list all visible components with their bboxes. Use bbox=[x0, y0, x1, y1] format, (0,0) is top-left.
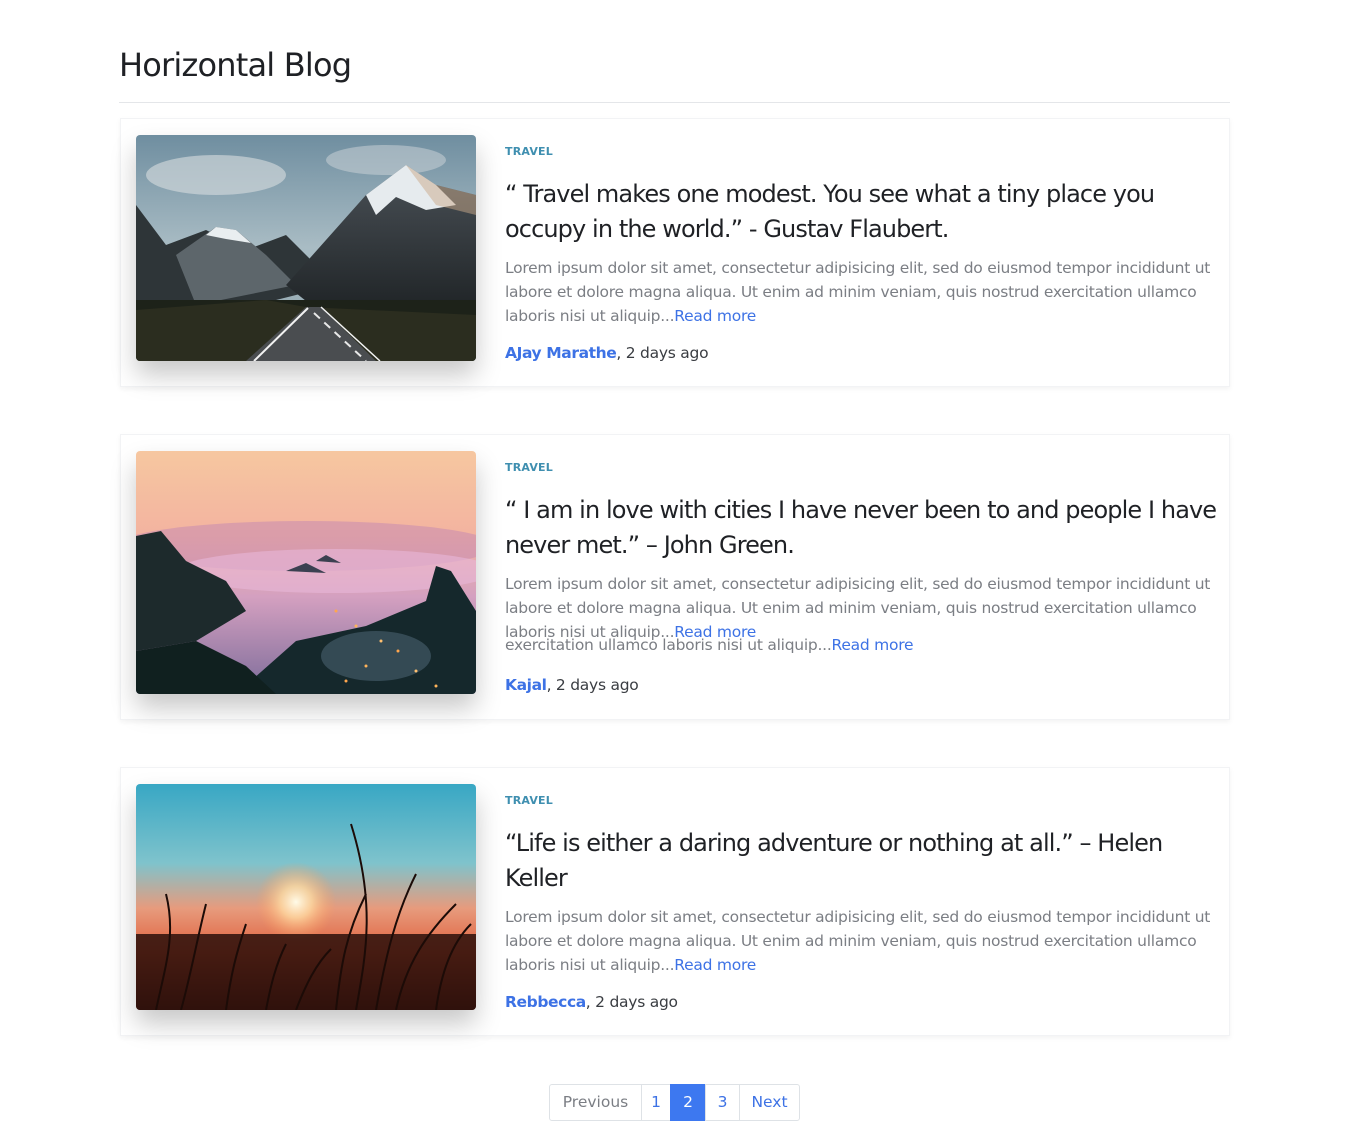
excerpt-overflow-text: exercitation ullamco laboris nisi ut ali… bbox=[505, 637, 832, 653]
page-2-button[interactable]: 2 bbox=[670, 1084, 706, 1121]
author-link[interactable]: Kajal bbox=[505, 676, 547, 694]
read-more-link[interactable]: Read more bbox=[674, 307, 756, 325]
post-category[interactable]: TRAVEL bbox=[505, 794, 1220, 808]
title-divider bbox=[119, 102, 1230, 103]
excerpt-text: Lorem ipsum dolor sit amet, consectetur … bbox=[505, 908, 1211, 974]
excerpt-overflow-line: exercitation ullamco laboris nisi ut ali… bbox=[505, 637, 1220, 653]
page-title: Horizontal Blog bbox=[119, 46, 352, 84]
post-excerpt: Lorem ipsum dolor sit amet, consectetur … bbox=[505, 905, 1220, 977]
pagination: Previous 1 2 3 Next bbox=[549, 1084, 800, 1121]
post-body: TRAVEL “ I am in love with cities I have… bbox=[505, 461, 1220, 694]
author-link[interactable]: AJay Marathe bbox=[505, 344, 617, 362]
page-3-button[interactable]: 3 bbox=[705, 1084, 740, 1121]
post-time: , 2 days ago bbox=[616, 344, 709, 362]
post-category[interactable]: TRAVEL bbox=[505, 145, 1220, 159]
read-more-link-overflow[interactable]: Read more bbox=[832, 637, 914, 653]
previous-page-button[interactable]: Previous bbox=[549, 1084, 642, 1121]
post-headline[interactable]: “Life is either a daring adventure or no… bbox=[505, 826, 1220, 896]
post-excerpt: Lorem ipsum dolor sit amet, consectetur … bbox=[505, 256, 1220, 328]
post-body: TRAVEL “ Travel makes one modest. You se… bbox=[505, 145, 1220, 362]
blog-card: TRAVEL “ I am in love with cities I have… bbox=[120, 434, 1230, 720]
post-meta: Kajal, 2 days ago bbox=[505, 676, 1220, 694]
post-time: , 2 days ago bbox=[546, 676, 639, 694]
blog-card: TRAVEL “ Travel makes one modest. You se… bbox=[120, 118, 1230, 387]
post-image[interactable] bbox=[136, 784, 476, 1010]
author-link[interactable]: Rebbecca bbox=[505, 993, 586, 1011]
read-more-link[interactable]: Read more bbox=[674, 956, 756, 974]
post-image[interactable] bbox=[136, 451, 476, 694]
post-image[interactable] bbox=[136, 135, 476, 361]
post-headline[interactable]: “ Travel makes one modest. You see what … bbox=[505, 177, 1220, 247]
post-time: , 2 days ago bbox=[585, 993, 678, 1011]
page-1-button[interactable]: 1 bbox=[641, 1084, 671, 1121]
blog-card: TRAVEL “Life is either a daring adventur… bbox=[120, 767, 1230, 1036]
excerpt-text: Lorem ipsum dolor sit amet, consectetur … bbox=[505, 259, 1211, 325]
post-meta: AJay Marathe, 2 days ago bbox=[505, 344, 1220, 362]
next-page-button[interactable]: Next bbox=[739, 1084, 800, 1121]
post-headline[interactable]: “ I am in love with cities I have never … bbox=[505, 493, 1220, 563]
post-category[interactable]: TRAVEL bbox=[505, 461, 1220, 475]
post-meta: Rebbecca, 2 days ago bbox=[505, 993, 1220, 1011]
post-body: TRAVEL “Life is either a daring adventur… bbox=[505, 794, 1220, 1011]
excerpt-text: Lorem ipsum dolor sit amet, consectetur … bbox=[505, 575, 1211, 641]
post-excerpt: Lorem ipsum dolor sit amet, consectetur … bbox=[505, 572, 1220, 644]
